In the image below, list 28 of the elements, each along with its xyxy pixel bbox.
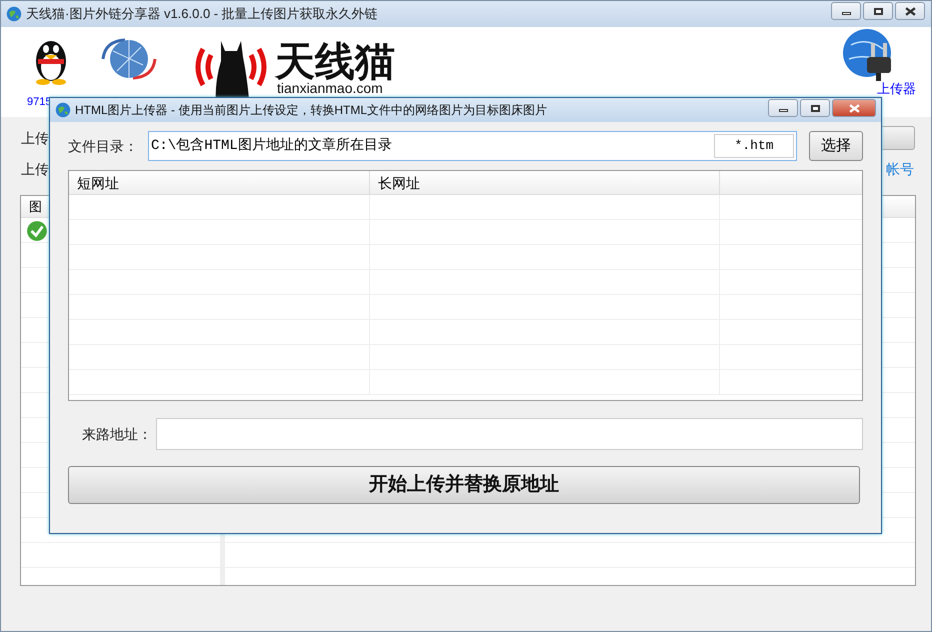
globe-icon xyxy=(6,6,22,22)
close-button[interactable] xyxy=(895,2,925,20)
field-label: 上传 xyxy=(21,160,49,179)
field-label: 来路地址： xyxy=(82,424,153,444)
column-header: 短网址 xyxy=(69,171,370,194)
window-title: 天线猫·图片外链分享器 v1.6.0.0 - 批量上传图片获取永久外链 xyxy=(26,5,379,24)
globe-icon xyxy=(55,102,71,118)
directory-field[interactable]: C:\包含HTML图片地址的文章所在目录 *.htm xyxy=(148,131,797,161)
close-icon xyxy=(904,6,916,16)
uploader-link[interactable]: 上传器 xyxy=(877,82,916,96)
check-icon xyxy=(26,220,48,242)
dialog-title: HTML图片上传器 - 使用当前图片上传设定，转换HTML文件中的网络图片为目标图床图片 xyxy=(75,102,548,119)
column-header: 图 xyxy=(28,198,43,216)
field-label: 上传 xyxy=(21,129,49,148)
browse-button[interactable]: 选择 xyxy=(809,131,863,161)
minimize-button[interactable] xyxy=(831,2,861,20)
minimize-button[interactable] xyxy=(768,99,798,117)
column-header: 长网址 xyxy=(370,171,720,194)
maximize-button[interactable] xyxy=(800,99,830,117)
close-icon xyxy=(848,104,860,112)
start-upload-button[interactable]: 开始上传并替换原地址 xyxy=(68,466,860,504)
logo-domain: tianxianmao.com xyxy=(277,81,383,96)
logo-text: 天线猫 xyxy=(275,39,395,84)
filter-field[interactable]: *.htm xyxy=(714,134,794,158)
referer-field[interactable] xyxy=(156,418,863,450)
account-link[interactable]: 帐号 xyxy=(886,159,914,180)
field-label: 文件目录： xyxy=(68,136,139,156)
maximize-button[interactable] xyxy=(863,2,893,20)
